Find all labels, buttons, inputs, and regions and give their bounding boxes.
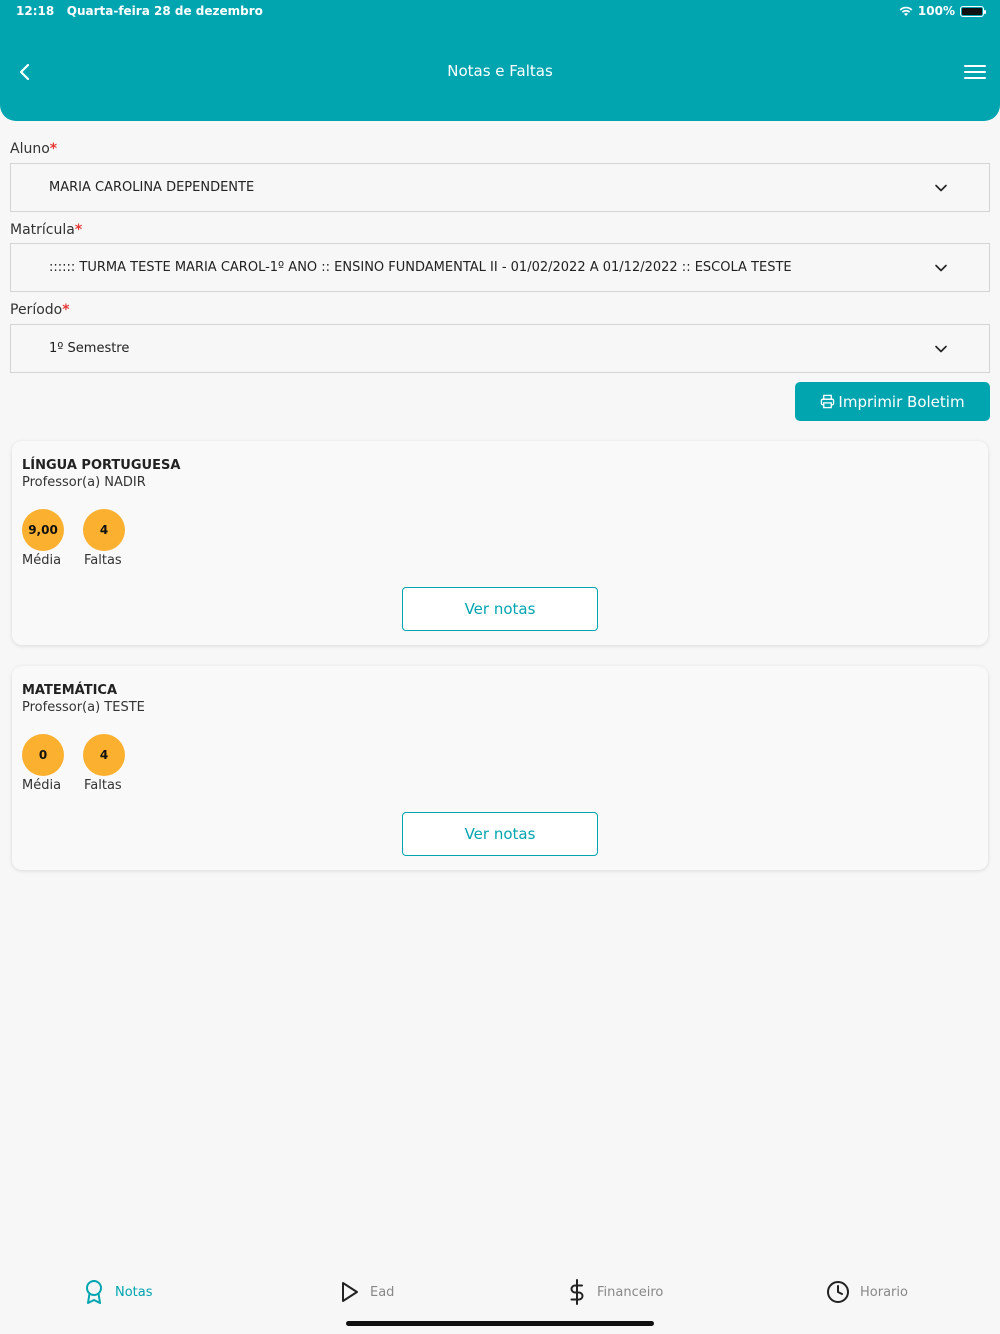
wifi-icon: [899, 6, 913, 16]
subject-card: MATEMÁTICA Professor(a) TESTE 0 Média 4 …: [12, 666, 988, 870]
matricula-label: Matrícula*: [10, 222, 82, 238]
dollar-icon: [570, 1279, 584, 1305]
tab-label: Financeiro: [597, 1284, 664, 1300]
tab-label: Horario: [860, 1284, 908, 1300]
periodo-label-text: Período: [10, 302, 63, 318]
hamburger-icon: [964, 65, 986, 79]
aluno-label: Aluno*: [10, 141, 57, 157]
required-mark: *: [74, 222, 83, 238]
average-label: Média: [22, 553, 62, 568]
absences-badge: 4: [83, 734, 125, 776]
matricula-select[interactable]: :::::: TURMA TESTE MARIA CAROL-1º ANO ::…: [10, 243, 990, 292]
status-time: 12:18: [16, 4, 55, 18]
status-date: Quarta-feira 28 de dezembro: [66, 4, 263, 18]
tab-financeiro[interactable]: Financeiro: [567, 1278, 663, 1306]
battery-percent: 100%: [917, 4, 955, 18]
absences-badge: 4: [83, 509, 125, 551]
tab-notas[interactable]: Notas: [83, 1278, 153, 1306]
subject-teacher: Professor(a) NADIR: [22, 475, 146, 490]
battery-icon: [960, 5, 986, 17]
print-report-label: Imprimir Boletim: [838, 392, 965, 411]
play-icon: [342, 1282, 358, 1302]
clock-icon: [827, 1281, 849, 1303]
average-badge: 0: [22, 734, 64, 776]
aluno-label-text: Aluno: [10, 141, 50, 157]
home-indicator: [346, 1321, 654, 1326]
chevron-down-icon: [935, 345, 947, 353]
subject-name: LÍNGUA PORTUGUESA: [22, 458, 181, 473]
tab-horario[interactable]: Horario: [826, 1278, 908, 1306]
view-grades-button[interactable]: Ver notas: [402, 587, 598, 631]
printer-icon: [821, 394, 835, 409]
average-badge: 9,00: [22, 509, 64, 551]
aluno-select-value: MARIA CAROLINA DEPENDENTE: [49, 180, 255, 195]
chevron-down-icon: [935, 264, 947, 272]
matricula-select-value: :::::: TURMA TESTE MARIA CAROL-1º ANO ::…: [49, 260, 792, 275]
average-label: Média: [22, 778, 62, 793]
status-bar-time: 12:18 Quarta-feira 28 de dezembro: [16, 4, 263, 18]
award-icon: [86, 1280, 102, 1304]
periodo-select-value: 1º Semestre: [49, 341, 130, 356]
status-bar-right: 100%: [899, 4, 986, 18]
matricula-label-text: Matrícula: [10, 222, 75, 238]
print-report-button[interactable]: Imprimir Boletim: [795, 382, 990, 421]
subject-card: LÍNGUA PORTUGUESA Professor(a) NADIR 9,0…: [12, 441, 988, 645]
tab-label: Ead: [370, 1284, 395, 1300]
absences-label: Faltas: [84, 778, 122, 793]
subject-name: MATEMÁTICA: [22, 683, 118, 698]
absences-label: Faltas: [84, 553, 122, 568]
required-mark: *: [49, 141, 58, 157]
subject-teacher: Professor(a) TESTE: [22, 700, 145, 715]
periodo-select[interactable]: 1º Semestre: [10, 324, 990, 373]
aluno-select[interactable]: MARIA CAROLINA DEPENDENTE: [10, 163, 990, 212]
page-title: Notas e Faltas: [447, 62, 553, 80]
view-grades-button[interactable]: Ver notas: [402, 812, 598, 856]
menu-button[interactable]: [962, 60, 988, 84]
app-header: 12:18 Quarta-feira 28 de dezembro 100% N…: [0, 0, 1000, 121]
tab-label: Notas: [115, 1284, 153, 1300]
chevron-down-icon: [935, 184, 947, 192]
periodo-label: Período*: [10, 302, 70, 318]
required-mark: *: [62, 302, 70, 318]
tab-ead[interactable]: Ead: [340, 1278, 394, 1306]
